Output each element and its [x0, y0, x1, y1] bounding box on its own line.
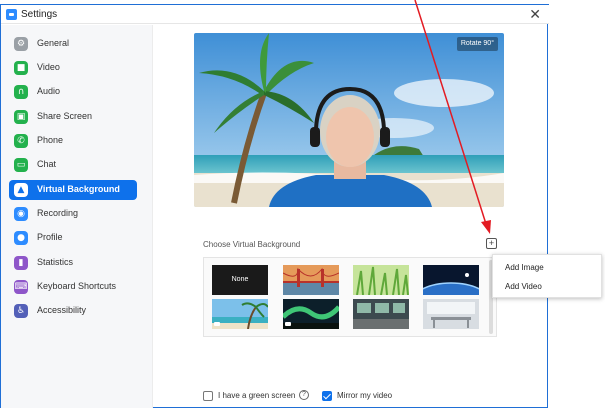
sidebar-item-label: Keyboard Shortcuts: [37, 281, 117, 291]
sidebar-item-label: Recording: [37, 208, 79, 218]
thumbnail-aurora-video[interactable]: [283, 299, 339, 329]
sidebar-item-recording[interactable]: ◉ Recording: [9, 204, 137, 224]
thumbnail-none[interactable]: None: [212, 265, 268, 295]
settings-sidebar: ⚙ General ■ Video ∩ Audio ▣ Share Screen…: [1, 25, 153, 408]
sidebar-item-profile[interactable]: ● Profile: [9, 228, 137, 248]
thumbnail-modern-office[interactable]: [423, 299, 479, 329]
thumbnail-beach-video[interactable]: [212, 299, 268, 329]
thumbnail-office-interior[interactable]: [353, 299, 409, 329]
sidebar-item-share-screen[interactable]: ▣ Share Screen: [9, 107, 137, 127]
sidebar-item-chat[interactable]: ▭ Chat: [9, 155, 137, 175]
add-background-menu: Add Image Add Video: [492, 254, 602, 298]
sidebar-item-video[interactable]: ■ Video: [9, 58, 137, 78]
sidebar-item-accessibility[interactable]: ♿ Accessibility: [9, 301, 137, 321]
record-icon: ◉: [14, 207, 28, 221]
person-icon: ▲: [14, 183, 28, 197]
sidebar-item-audio[interactable]: ∩ Audio: [9, 82, 137, 102]
sidebar-item-label: Statistics: [37, 257, 74, 267]
video-icon: ■: [14, 61, 28, 75]
sidebar-item-label: Profile: [37, 232, 63, 242]
sidebar-item-phone[interactable]: ✆ Phone: [9, 131, 137, 151]
aurora-image: [283, 299, 339, 329]
help-icon[interactable]: ?: [299, 390, 309, 400]
office-interior-image: [353, 299, 409, 329]
statistics-icon: ▮: [14, 256, 28, 270]
thumbnail-grass[interactable]: [353, 265, 409, 295]
earth-space-image: [423, 265, 479, 295]
golden-gate-image: [283, 265, 339, 295]
mirror-video-checkbox[interactable]: [322, 391, 332, 401]
menu-item-add-video[interactable]: Add Video: [505, 282, 542, 291]
sidebar-item-label: Chat: [37, 159, 57, 169]
phone-icon: ✆: [14, 134, 28, 148]
sidebar-item-label: Virtual Background: [37, 184, 120, 194]
sidebar-item-label: General: [37, 38, 70, 48]
sidebar-item-statistics[interactable]: ▮ Statistics: [9, 253, 137, 273]
zoom-app-icon: [6, 9, 17, 20]
sidebar-item-label: Accessibility: [37, 305, 87, 315]
share-screen-icon: ▣: [14, 110, 28, 124]
mirror-video-label: Mirror my video: [337, 391, 393, 400]
beach-image: [212, 299, 268, 329]
profile-icon: ●: [14, 231, 28, 245]
grass-image: [353, 265, 409, 295]
choose-virtual-background-title: Choose Virtual Background: [203, 240, 301, 249]
window-title: Settings: [21, 9, 58, 20]
add-background-button[interactable]: +: [486, 238, 497, 249]
accessibility-icon: ♿: [14, 304, 28, 318]
rotate-90-button[interactable]: Rotate 90°: [456, 37, 498, 51]
modern-office-image: [423, 299, 479, 329]
sidebar-item-label: Video: [37, 62, 60, 72]
chat-icon: ▭: [14, 158, 28, 172]
sidebar-item-virtual-background[interactable]: ▲ Virtual Background: [9, 180, 137, 200]
thumbnail-golden-gate[interactable]: [283, 265, 339, 295]
title-bar: Settings ✕: [1, 4, 549, 24]
gear-icon: ⚙: [14, 37, 28, 51]
beach-background-image: [194, 33, 504, 207]
sidebar-item-label: Audio: [37, 86, 61, 96]
thumbnail-earth-space[interactable]: [423, 265, 479, 295]
headphones-icon: ∩: [14, 85, 28, 99]
green-screen-checkbox[interactable]: [203, 391, 213, 401]
video-preview: Rotate 90°: [194, 33, 504, 207]
menu-item-add-image[interactable]: Add Image: [505, 263, 544, 272]
sidebar-item-label: Phone: [37, 135, 64, 145]
sidebar-item-general[interactable]: ⚙ General: [9, 34, 137, 54]
keyboard-icon: ⌨: [14, 280, 28, 294]
sidebar-item-label: Share Screen: [37, 111, 93, 121]
close-icon[interactable]: ✕: [529, 6, 541, 22]
sidebar-item-keyboard-shortcuts[interactable]: ⌨ Keyboard Shortcuts: [9, 277, 137, 297]
green-screen-label: I have a green screen: [218, 391, 296, 400]
